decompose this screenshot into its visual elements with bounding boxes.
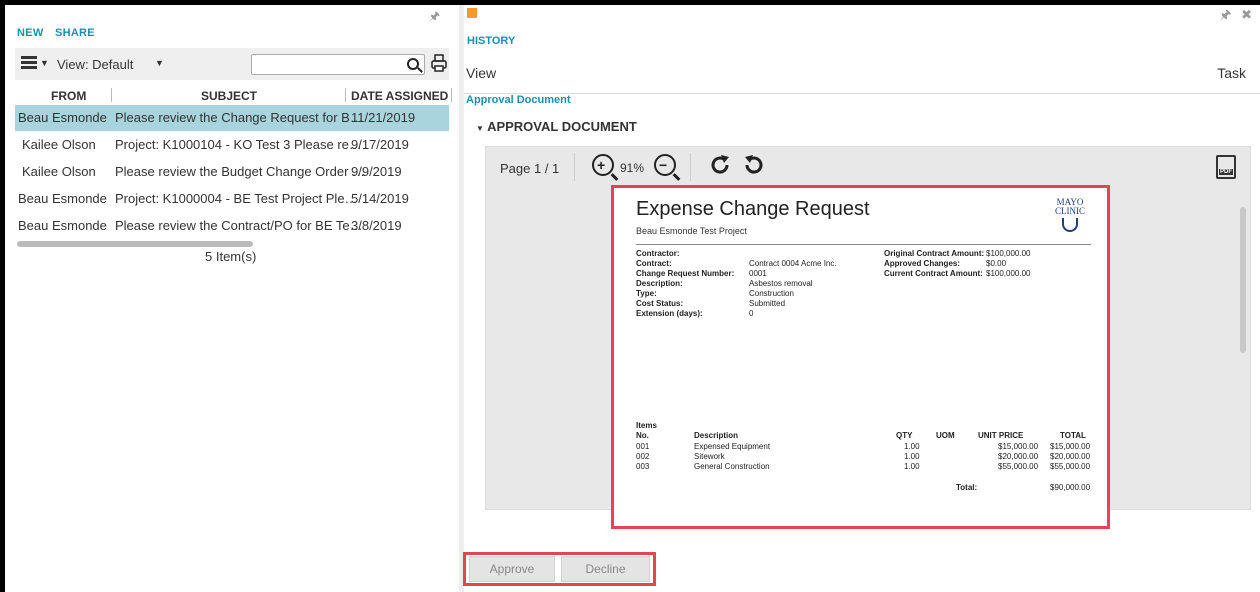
history-link[interactable]: HISTORY (467, 35, 515, 47)
column-divider (111, 88, 112, 102)
view-selector[interactable]: View: Default (57, 57, 133, 72)
section-header[interactable]: ▼ APPROVAL DOCUMENT (476, 119, 637, 134)
row-date: 3/8/2019 (351, 218, 402, 233)
column-header-date[interactable]: DATE ASSIGNED (351, 89, 448, 103)
close-icon[interactable]: ✖ (1241, 7, 1252, 22)
vertical-scrollbar[interactable] (1240, 207, 1246, 353)
task-tab[interactable]: Task (1217, 65, 1246, 81)
row-subject: Project: K1000004 - BE Test Project Ple… (115, 191, 358, 206)
inbox-toolbar: ▼ View: Default ▼ (15, 48, 449, 80)
pane-controls: 🖈︎ ✖ (1219, 6, 1252, 28)
chevron-down-icon: ▼ (476, 124, 484, 133)
row-subject: Project: K1000104 - KO Test 3 Please re… (115, 137, 362, 152)
search-icon[interactable] (407, 58, 419, 70)
zoom-out-icon[interactable]: − (654, 154, 676, 176)
column-divider (451, 88, 452, 102)
pin-icon[interactable]: 🖈︎ (1219, 7, 1231, 22)
row-from: Kailee Olson (22, 164, 96, 179)
zoom-in-icon[interactable]: + (592, 154, 614, 176)
print-icon[interactable] (431, 54, 447, 72)
horizontal-scrollbar[interactable] (17, 241, 253, 247)
decline-button[interactable]: Decline (561, 556, 650, 582)
column-header-from[interactable]: FROM (51, 89, 86, 103)
approve-button[interactable]: Approve (469, 556, 555, 582)
inbox-pane: 🖈︎ NEW SHARE ▼ View: Default ▼ FROM SUBJ… (5, 5, 459, 592)
rotate-clockwise-icon[interactable] (708, 153, 732, 177)
row-from: Kailee Olson (22, 137, 96, 152)
inbox-actions: NEW SHARE (17, 27, 103, 39)
row-subject: Please review the Budget Change Order … (115, 164, 366, 179)
document-highlight (611, 185, 1110, 529)
table-row[interactable]: Kailee Olson Please review the Budget Ch… (15, 159, 449, 185)
view-task-bar: View Task (464, 54, 1260, 94)
table-row[interactable]: Kailee Olson Project: K1000104 - KO Test… (15, 132, 449, 158)
column-divider (345, 88, 346, 102)
table-row[interactable]: Beau Esmonde Project: K1000004 - BE Test… (15, 186, 449, 212)
row-date: 9/9/2019 (351, 164, 402, 179)
chevron-down-icon[interactable]: ▼ (40, 58, 49, 68)
section-title: APPROVAL DOCUMENT (487, 119, 637, 134)
rotate-counterclockwise-icon[interactable] (742, 153, 766, 177)
toolbar-divider (690, 153, 691, 181)
page-indicator: Page 1 / 1 (500, 161, 560, 176)
chevron-down-icon[interactable]: ▼ (155, 58, 164, 68)
zoom-level: 91% (620, 161, 645, 175)
menu-icon[interactable] (21, 56, 37, 70)
share-button[interactable]: SHARE (55, 27, 95, 39)
row-date: 5/14/2019 (351, 191, 409, 206)
table-row[interactable]: Beau Esmonde Please review the Contract/… (15, 213, 449, 239)
viewer-toolbar: Page 1 / 1 + 91% − PDF (486, 147, 1250, 187)
column-header-subject[interactable]: SUBJECT (201, 89, 257, 103)
item-count: 5 Item(s) (205, 249, 257, 264)
table-row[interactable]: Beau Esmonde Please review the Change Re… (15, 105, 449, 131)
row-from: Beau Esmonde (18, 218, 107, 233)
new-button[interactable]: NEW (17, 27, 44, 39)
row-date: 11/21/2019 (351, 110, 416, 125)
row-date: 9/17/2019 (351, 137, 409, 152)
row-subject: Please review the Contract/PO for BE Te… (115, 218, 363, 233)
status-indicator (467, 8, 477, 18)
row-from: Beau Esmonde (18, 191, 107, 206)
search-input[interactable] (251, 54, 425, 75)
inbox-table-header: FROM SUBJECT DATE ASSIGNED (15, 85, 455, 107)
row-from: Beau Esmonde (18, 110, 107, 125)
toolbar-divider (574, 153, 575, 181)
row-subject: Please review the Change Request for B… (115, 110, 363, 125)
approval-document-link[interactable]: Approval Document (466, 94, 571, 106)
pin-icon[interactable]: 🖈︎ (429, 7, 440, 28)
view-tab[interactable]: View (466, 65, 496, 81)
pdf-icon[interactable]: PDF (1216, 155, 1236, 179)
